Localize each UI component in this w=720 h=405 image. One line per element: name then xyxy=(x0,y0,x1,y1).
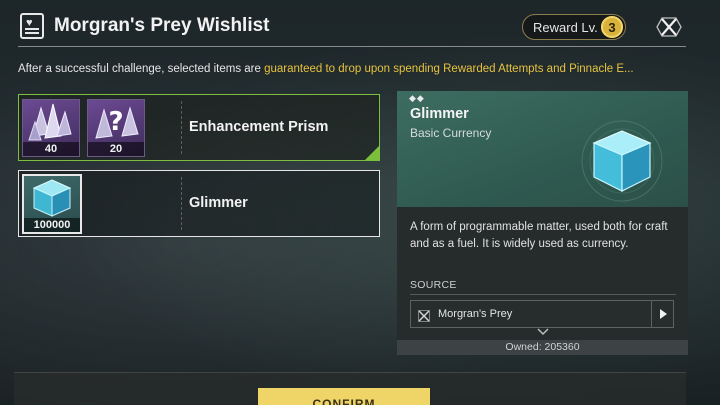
item-name: Glimmer xyxy=(189,195,248,211)
source-go-button[interactable] xyxy=(651,301,673,327)
glimmer-slot[interactable]: 100000 xyxy=(22,174,82,234)
header: ♥ Morgran's Prey Wishlist Reward Lv. 3 xyxy=(18,10,686,46)
header-divider xyxy=(18,46,686,47)
description-text: After a successful challenge, selected i… xyxy=(18,63,265,75)
enhancement-prism-slot[interactable]: 40 xyxy=(22,99,80,157)
close-icon xyxy=(656,17,682,37)
glimmer-cube-icon xyxy=(581,120,663,202)
row-divider xyxy=(181,177,182,230)
play-arrow-icon xyxy=(659,309,667,319)
item-quantity: 20 xyxy=(88,142,144,156)
detail-item-type: Basic Currency xyxy=(410,126,492,140)
detail-description: A form of programmable matter, used both… xyxy=(410,221,668,250)
wishlist-icon: ♥ xyxy=(20,13,44,39)
detail-item-name: Glimmer xyxy=(410,106,469,122)
item-name: Enhancement Prism xyxy=(189,119,329,135)
rarity-dots: ◆◆ xyxy=(409,93,425,103)
description-highlight: guaranteed to drop upon spending Rewarde… xyxy=(264,63,634,75)
source-divider xyxy=(410,294,676,295)
reward-level-button[interactable]: Reward Lv. 3 xyxy=(522,14,626,40)
close-button[interactable] xyxy=(652,12,686,42)
enhancement-prism-mystery-slot[interactable]: ? 20 xyxy=(87,99,145,157)
wishlist-item-glimmer[interactable]: 100000 Glimmer xyxy=(18,170,380,237)
crossed-swords-icon xyxy=(418,310,430,322)
enhancement-prism-mystery-icon: ? xyxy=(95,106,139,139)
wishlist-item-enhancement-prism[interactable]: 40 ? 20 Enhancement Prism xyxy=(18,94,380,161)
svg-text:?: ? xyxy=(108,107,123,137)
reward-level-label: Reward Lv. xyxy=(533,19,598,35)
source-item-label: Morgran's Prey xyxy=(438,308,513,320)
glimmer-cube-icon xyxy=(32,179,72,217)
chevron-down-icon xyxy=(537,328,549,336)
page-title: Morgran's Prey Wishlist xyxy=(54,15,270,36)
owned-count: Owned: 205360 xyxy=(397,340,688,355)
row-divider xyxy=(181,101,182,154)
enhancement-prism-icon xyxy=(28,103,72,141)
detail-header: ◆◆ Glimmer Basic Currency xyxy=(397,91,688,207)
item-quantity: 100000 xyxy=(24,218,80,232)
wishlist-description: After a successful challenge, selected i… xyxy=(18,63,690,75)
item-detail-panel: ◆◆ Glimmer Basic Currency A form of prog… xyxy=(397,91,688,355)
reward-level-badge: 3 xyxy=(601,16,623,38)
source-heading: SOURCE xyxy=(410,279,457,291)
source-item-morgrans-prey[interactable]: Morgran's Prey xyxy=(410,300,674,328)
selected-indicator xyxy=(365,146,379,160)
item-quantity: 40 xyxy=(23,142,79,156)
confirm-button[interactable]: CONFIRM xyxy=(258,388,430,405)
